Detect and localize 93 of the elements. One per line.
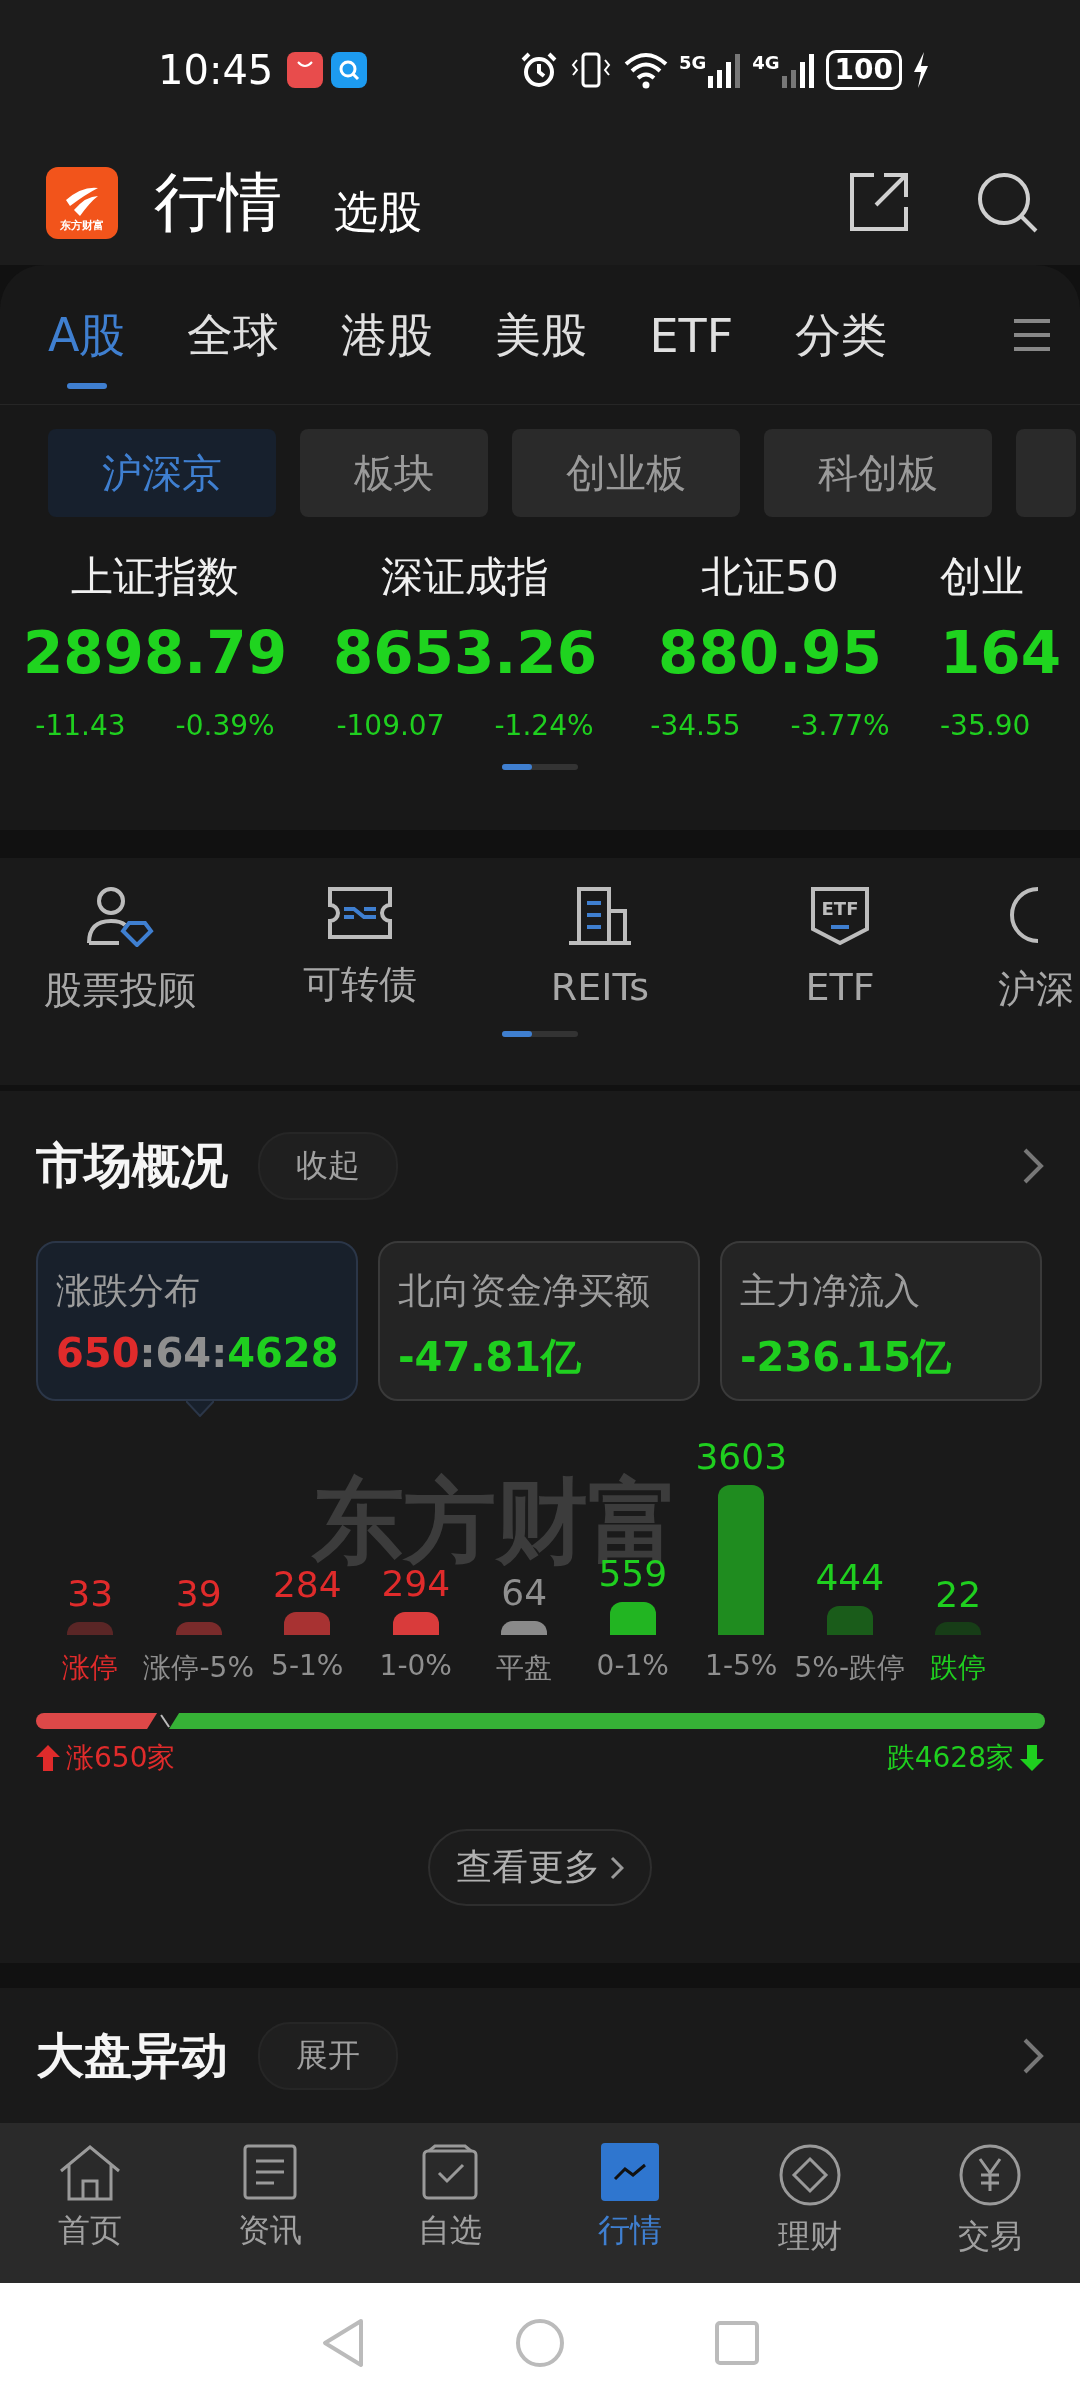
market-chip[interactable]: 创业板 xyxy=(512,429,740,517)
index-change: -35.90 xyxy=(940,709,1031,742)
market-tab[interactable]: 全球 xyxy=(187,274,280,415)
home-icon xyxy=(57,2143,123,2201)
index-percent: -1.24% xyxy=(494,709,594,742)
range-label: 1-5% xyxy=(705,1649,778,1682)
fall-count: 跌4628家 xyxy=(886,1740,1014,1776)
count-label: 3603 xyxy=(695,1437,788,1477)
signal-icon xyxy=(708,52,743,88)
range-label: 1-0% xyxy=(379,1649,452,1682)
index-value: 164 xyxy=(940,619,1062,687)
status-time: 10:45 xyxy=(158,47,274,93)
index-name: 北证50 xyxy=(701,551,839,603)
index-name: 深证成指 xyxy=(381,551,549,603)
section-title: 市场概况 xyxy=(36,1136,228,1195)
share-icon[interactable] xyxy=(848,170,910,233)
stock-picker-link[interactable]: 选股 xyxy=(334,183,422,242)
index-value: 880.95 xyxy=(658,619,882,687)
index-value: 8653.26 xyxy=(332,619,598,687)
market-tab[interactable]: 港股 xyxy=(341,274,434,415)
market-tab[interactable]: A股 xyxy=(48,274,126,415)
document-icon xyxy=(242,2143,298,2201)
count-label: 33 xyxy=(67,1574,114,1614)
count-label: 294 xyxy=(381,1564,451,1604)
nav-item[interactable]: 行情 xyxy=(540,2123,720,2283)
view-more-button[interactable]: 查看更多 xyxy=(428,1829,652,1906)
index-change: -11.43 xyxy=(35,709,126,742)
chevron-right-icon xyxy=(610,1855,624,1880)
app-logo: 东方财富 xyxy=(46,166,118,239)
range-label: 涨停 xyxy=(62,1650,119,1686)
arrow-up-icon xyxy=(36,1745,60,1771)
line-chart-icon xyxy=(601,2143,659,2201)
stat-card[interactable]: 涨跌分布 650:64:4628 xyxy=(36,1241,358,1401)
count-label: 64 xyxy=(501,1572,548,1613)
checkbox-icon xyxy=(421,2143,479,2201)
shortcut-item[interactable]: 股票投顾 xyxy=(0,884,240,1017)
battery-level: 100 xyxy=(825,50,902,90)
arrow-down-icon xyxy=(1020,1745,1044,1771)
index-name: 创业 xyxy=(940,551,1024,603)
nav-item[interactable]: 理财 xyxy=(720,2123,900,2283)
stat-card[interactable]: 主力净流入 -236.15亿 xyxy=(720,1241,1042,1401)
market-tab[interactable]: ETF xyxy=(649,278,734,411)
collapse-button[interactable]: 收起 xyxy=(258,1132,398,1200)
network-label: 4G xyxy=(752,52,780,73)
count-label: 39 xyxy=(175,1573,222,1614)
market-chip[interactable]: 板块 xyxy=(300,429,488,517)
shield-icon: ETF xyxy=(809,885,871,947)
range-label: 5-1% xyxy=(271,1649,344,1682)
wifi-icon xyxy=(622,50,669,90)
yen-icon xyxy=(958,2143,1022,2207)
chevron-right-icon[interactable] xyxy=(1022,1147,1044,1185)
search-icon[interactable] xyxy=(976,170,1040,235)
range-label: 5%-跌停 xyxy=(794,1650,905,1686)
market-chip[interactable]: 科创板 xyxy=(764,429,992,517)
count-label: 444 xyxy=(815,1558,885,1598)
card-pointer xyxy=(186,1401,214,1417)
count-label: 22 xyxy=(935,1574,982,1615)
index-value: 2898.79 xyxy=(22,619,288,687)
shortcut-item[interactable]: REITs xyxy=(480,884,720,1017)
stat-card[interactable]: 北向资金净买额 -47.81亿 xyxy=(378,1241,700,1401)
range-label: 跌停 xyxy=(930,1650,987,1686)
ticket-icon xyxy=(326,885,394,941)
nav-item[interactable]: 资讯 xyxy=(180,2123,360,2283)
app-store-icon xyxy=(287,52,324,88)
shortcut-item[interactable]: ETF ETF xyxy=(720,884,960,1017)
search-icon xyxy=(331,52,368,88)
rise-count: 涨650家 xyxy=(66,1740,176,1776)
page-title: 行情 xyxy=(154,164,282,241)
range-label: 涨停-5% xyxy=(143,1650,254,1686)
index-name: 上证指数 xyxy=(71,551,239,603)
charging-icon xyxy=(912,52,930,88)
market-chip[interactable]: 沪深京 xyxy=(48,429,276,517)
range-label: 平盘 xyxy=(496,1650,553,1686)
index-change: -34.55 xyxy=(650,709,741,742)
market-tab[interactable]: 分类 xyxy=(795,274,888,415)
index-percent: -3.77% xyxy=(790,709,890,742)
expand-button[interactable]: 展开 xyxy=(258,2021,398,2090)
nav-item[interactable]: 自选 xyxy=(360,2123,540,2283)
chevron-right-icon[interactable] xyxy=(1022,2036,1044,2075)
index-percent: -0.39% xyxy=(175,709,275,742)
count-label: 284 xyxy=(272,1564,342,1605)
network-label: 5G xyxy=(678,52,707,73)
signal-icon xyxy=(781,52,816,88)
range-label: 0-1% xyxy=(596,1649,669,1682)
section-title: 大盘异动 xyxy=(36,2025,228,2085)
menu-icon[interactable] xyxy=(1012,317,1052,352)
shortcut-item[interactable]: 可转债 xyxy=(240,884,480,1017)
index-change: -109.07 xyxy=(336,709,445,742)
shortcut-item[interactable]: 沪深 xyxy=(960,884,1080,1017)
person-heart-icon xyxy=(85,885,155,947)
nav-item[interactable]: 交易 xyxy=(900,2123,1080,2283)
nav-item[interactable]: 首页 xyxy=(0,2123,180,2283)
market-tab[interactable]: 美股 xyxy=(495,274,588,415)
